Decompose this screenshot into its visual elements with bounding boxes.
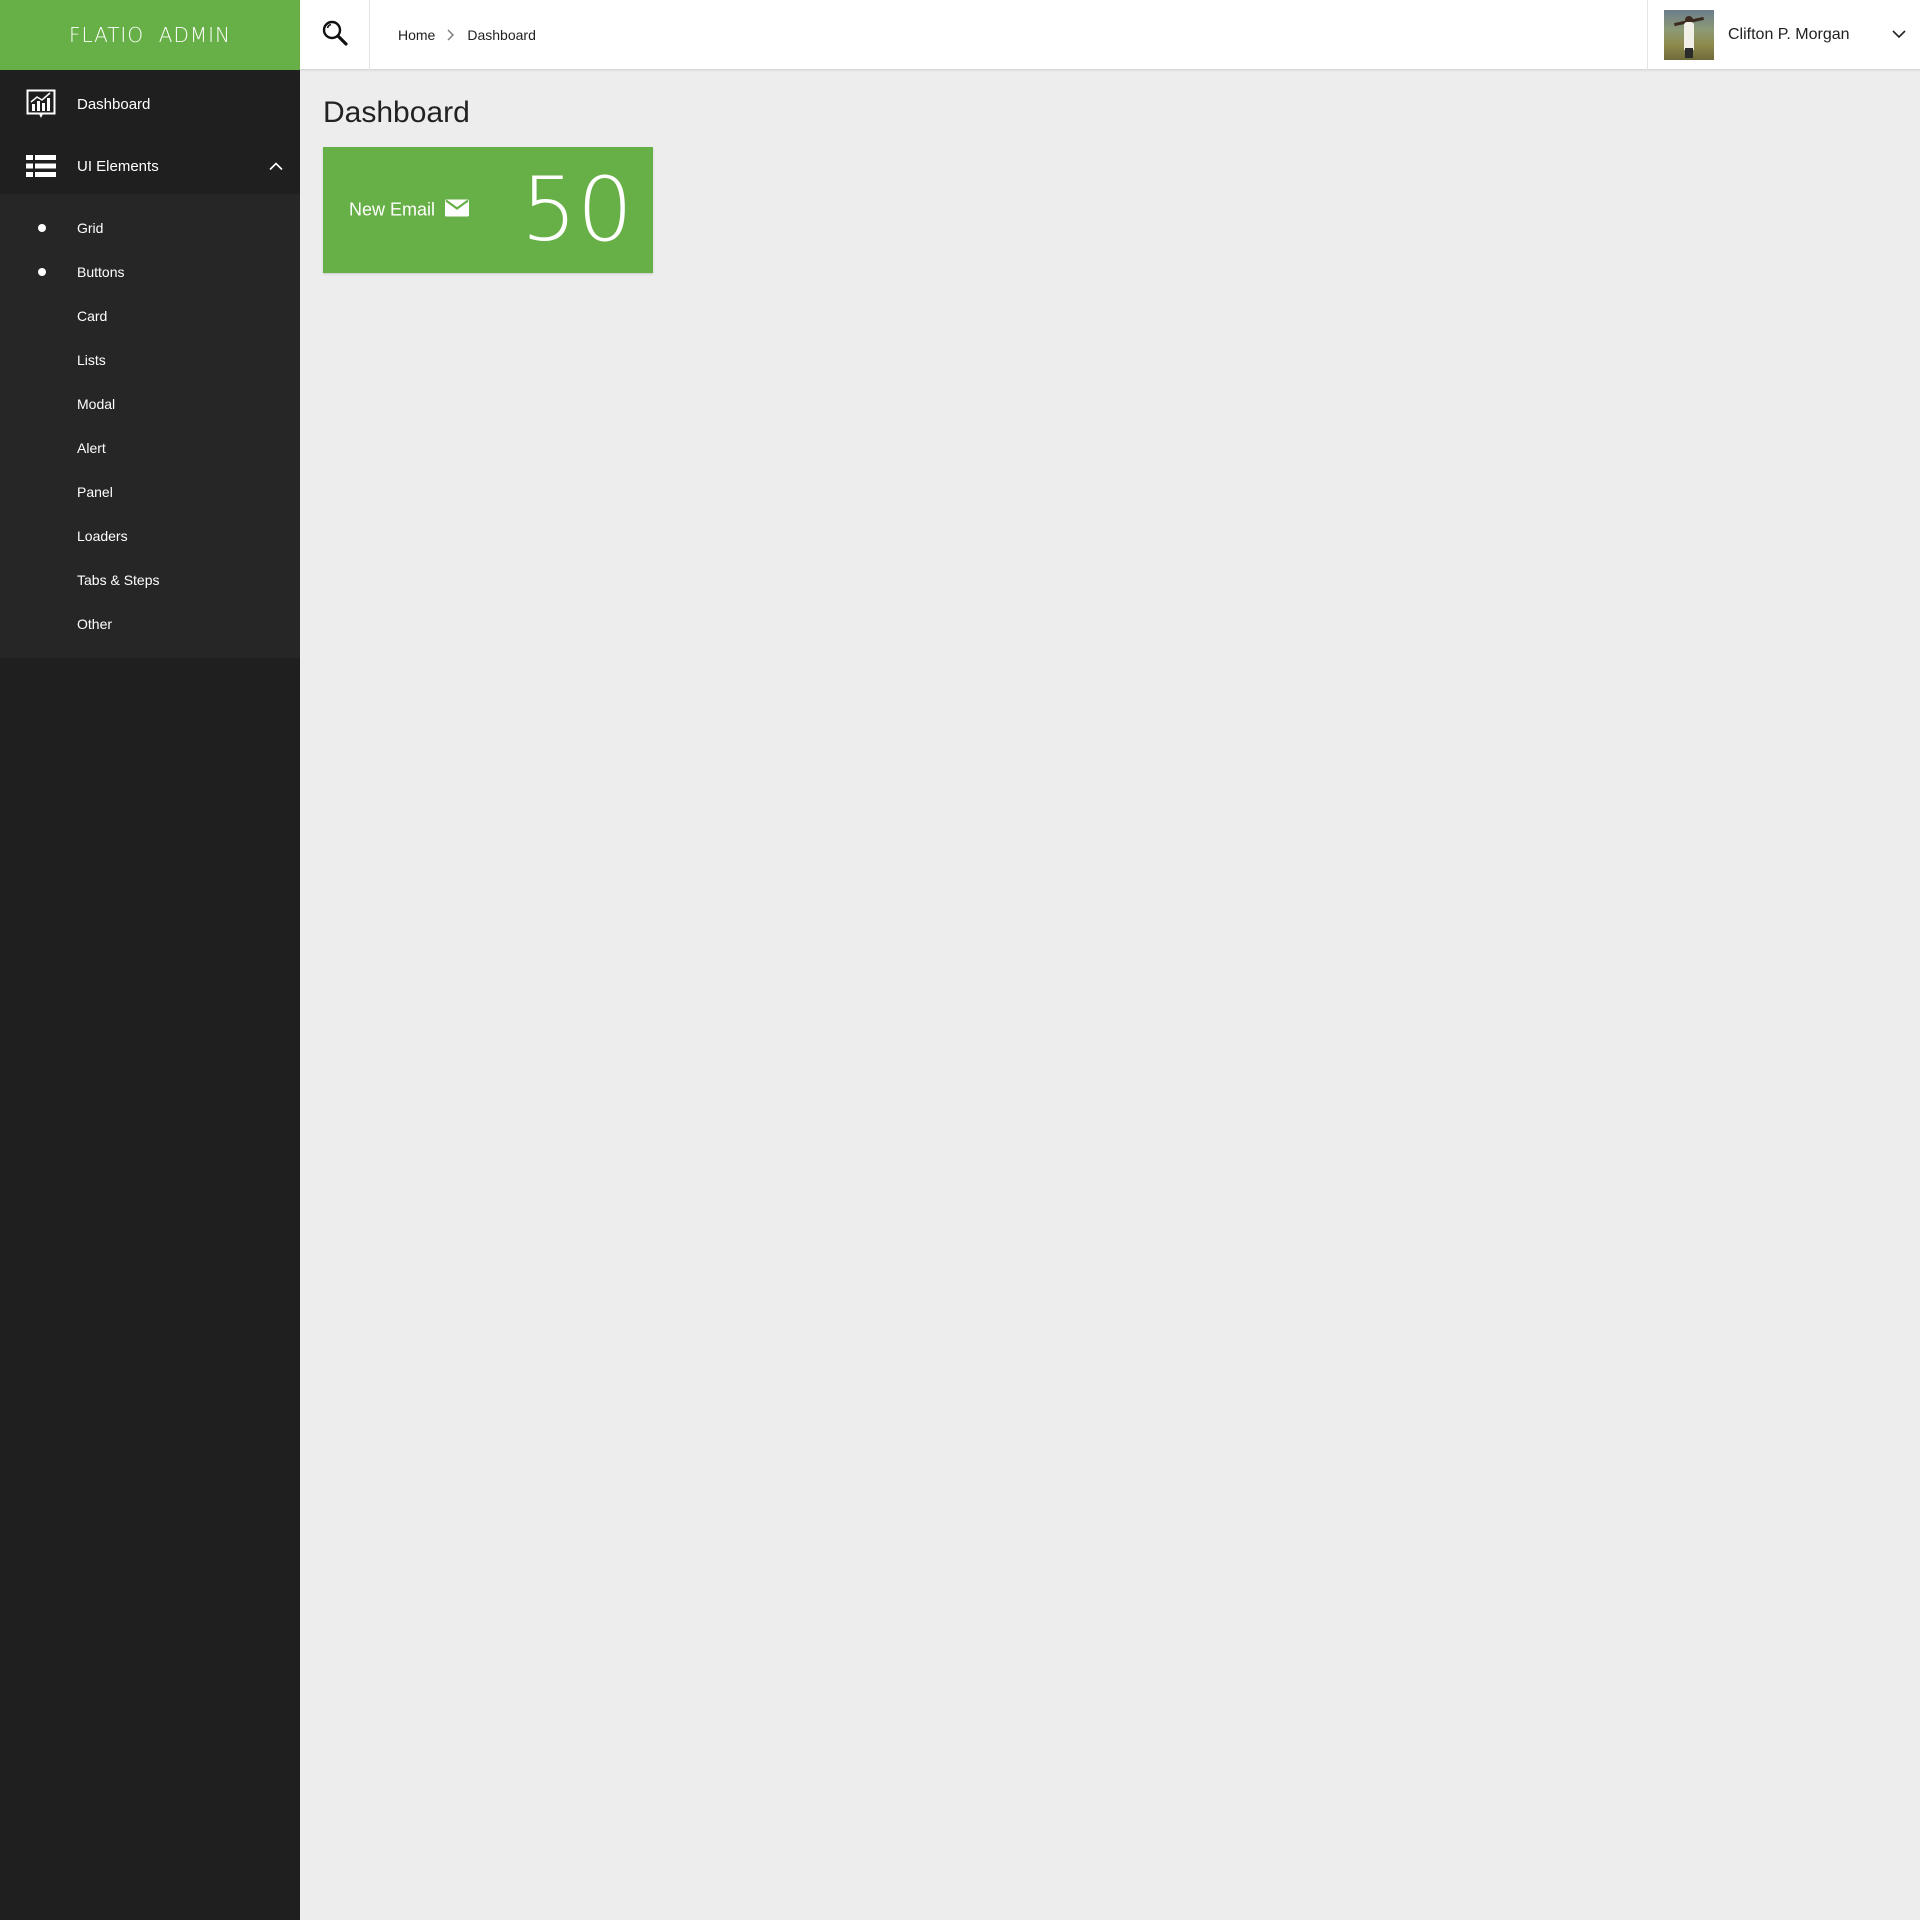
chevron-up-icon (269, 158, 283, 175)
bullet-dot (38, 224, 46, 232)
avatar (1664, 10, 1714, 60)
search-icon (321, 19, 349, 52)
submenu-item-other[interactable]: Other (0, 602, 300, 646)
envelope-icon (435, 198, 470, 223)
user-menu[interactable]: Clifton P. Morgan (1647, 0, 1920, 70)
page-title: Dashboard (323, 96, 470, 129)
submenu-item-label: Tabs & Steps (77, 572, 160, 588)
chart-icon (26, 89, 56, 118)
sidebar-item-label: Dashboard (77, 95, 151, 113)
submenu-item-label: Alert (77, 440, 106, 456)
submenu-item-grid[interactable]: Grid (0, 206, 300, 250)
submenu-ui-elements: Grid Buttons Card Lists Modal Alert Pane… (0, 194, 300, 658)
submenu-item-loaders[interactable]: Loaders (0, 514, 300, 558)
submenu-item-card[interactable]: Card (0, 294, 300, 338)
card-label: New Email (349, 198, 470, 223)
submenu-item-label: Lists (77, 352, 106, 368)
submenu-item-buttons[interactable]: Buttons (0, 250, 300, 294)
chevron-down-icon (1892, 26, 1906, 44)
bullet-dot (38, 268, 46, 276)
submenu-item-label: Grid (77, 220, 104, 236)
breadcrumb: Home Dashboard (398, 0, 536, 70)
submenu-item-label: Modal (77, 396, 116, 412)
top-bar: Home Dashboard Clifton P. Morgan (300, 0, 1920, 70)
sidebar: FLATIO ADMIN Dashboard UI Elements Grid … (0, 0, 300, 1920)
sidebar-item-dashboard[interactable]: Dashboard (0, 70, 300, 138)
submenu-item-lists[interactable]: Lists (0, 338, 300, 382)
submenu-item-modal[interactable]: Modal (0, 382, 300, 426)
list-icon (26, 153, 56, 179)
submenu-item-label: Loaders (77, 528, 128, 544)
sidebar-item-ui-elements[interactable]: UI Elements (0, 138, 300, 194)
submenu-item-label: Card (77, 308, 108, 324)
brand-title: FLATIO ADMIN (68, 23, 231, 47)
submenu-item-label: Buttons (77, 264, 125, 280)
user-name: Clifton P. Morgan (1728, 26, 1850, 43)
submenu-item-label: Panel (77, 484, 113, 500)
submenu-item-alert[interactable]: Alert (0, 426, 300, 470)
new-email-card[interactable]: New Email 50 (323, 147, 653, 273)
breadcrumb-current: Dashboard (467, 27, 536, 43)
submenu-item-tabs-steps[interactable]: Tabs & Steps (0, 558, 300, 602)
submenu-item-panel[interactable]: Panel (0, 470, 300, 514)
brand-logo[interactable]: FLATIO ADMIN (0, 0, 300, 70)
card-value: 50 (521, 158, 633, 261)
breadcrumb-home[interactable]: Home (398, 27, 435, 43)
sidebar-item-label: UI Elements (77, 157, 159, 175)
chevron-right-icon (447, 29, 455, 41)
search-button[interactable] (300, 0, 370, 70)
submenu-item-label: Other (77, 616, 113, 632)
card-label-text: New Email (349, 199, 436, 220)
